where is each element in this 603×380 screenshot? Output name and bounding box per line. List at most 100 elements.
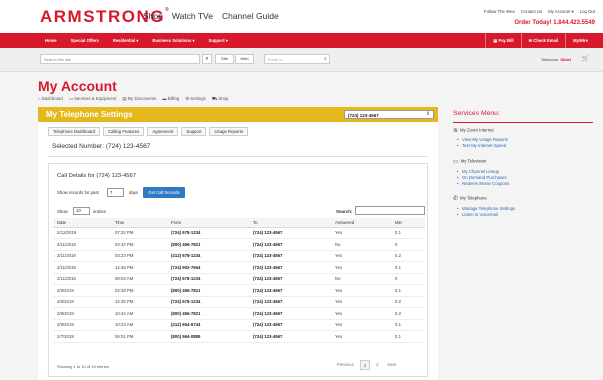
tab-telephone-dashboard[interactable]: Telephone Dashboard [48,127,101,136]
nav-watch-tve[interactable]: Watch TVe [172,11,213,21]
user-name[interactable]: Slidel [560,57,571,62]
table-cell: (724) 902-7654 [167,261,249,274]
table-cell: 0 [391,273,425,285]
table-cell: 04:42 PM [111,238,167,251]
table-cell: 2/7/2019 [53,330,111,343]
tab-usage-reports[interactable]: Usage Reports [209,127,249,136]
divider [453,122,593,123]
check-email-button[interactable]: ✉ Check Email [520,33,566,48]
table-header-row: Date Time From To Answered Min [53,218,425,228]
nav-home[interactable]: Home [38,33,64,48]
table-cell: 2/11/2019 [53,261,111,274]
table-cell: 2/9/2019 [53,307,111,320]
subnav-shop[interactable]: ⛟ Shop [212,96,229,103]
page-previous[interactable]: Previous [334,360,357,370]
page-2[interactable]: 2 [373,360,381,370]
link-redeem-movie-coupons[interactable]: Redeem Movie Coupons [457,181,509,186]
link-channel-lineup[interactable]: My Channel Lineup [457,169,499,174]
search-site-toggle[interactable]: Site [215,54,234,64]
table-cell: 0.1 [391,319,425,331]
call-records-table: Date Time From To Answered Min 2/12/2019… [53,218,425,343]
table-cell: (724) 123-4567 [249,273,331,285]
telephone-tabs: Telephone Dashboard Calling Features Agr… [48,127,249,136]
link-manage-telephone-settings[interactable]: Manage Telephone Settings [457,206,515,211]
nav-special-offers[interactable]: Special Offers [64,33,106,48]
tab-calling-features[interactable]: Calling Features [103,127,145,136]
col-to[interactable]: To [249,218,331,228]
subnav-billing[interactable]: ▬ Billing [162,96,179,103]
table-cell: 0.1 [391,284,425,297]
phone-number-select[interactable]: (724) 123-4567 ⇕ [344,110,434,119]
table-cell: No [331,273,391,285]
nav-residential[interactable]: Residential ▾ [106,33,146,48]
col-min[interactable]: Min [391,218,425,228]
location-select[interactable]: Email to ⇕ [264,54,330,64]
page-next[interactable]: Next [385,360,400,370]
nav-business-solutions[interactable]: Business Solutions ▾ [145,33,201,48]
subnav-my-documents[interactable]: ▤ My Documents [122,96,156,103]
subnav-dashboard[interactable]: ⌂ Dashboard [38,96,63,103]
table-row: 2/9/2019 02:28 PM (800) 456-7821 (724) 123-… [53,284,425,297]
nav-channel-guide[interactable]: Channel Guide [222,11,279,21]
table-cell: (412) 678-1234 [167,250,249,262]
link-test-internet-speed[interactable]: Test My Internet Speed [457,143,506,148]
table-cell: 2/11/2019 [53,238,111,251]
get-call-records-button[interactable]: Get Call Records [143,187,185,198]
table-cell: (724) 123-4567 [249,238,331,251]
col-date[interactable]: Date [53,218,111,228]
table-cell: 0.2 [391,250,425,262]
search-icon[interactable]: ⌕ [202,54,212,64]
table-cell: (800) 456-7821 [167,238,249,251]
util-log-out[interactable]: Log Out [580,9,595,15]
table-cell: Yes [331,296,391,308]
table-cell: 12:35 PM [111,296,167,308]
table-cell: 0 [391,238,425,251]
table-cell: (800) 456-7821 [167,307,249,320]
site-search-input[interactable]: Search this site [40,54,200,64]
table-cell: 06:01 PM [111,330,167,343]
table-row: 2/12/2019 07:32 PM (724) 678-1234 (724) 123… [53,227,425,239]
tab-support[interactable]: Support [181,127,207,136]
days-label: days [129,190,139,195]
table-cell: 12:48 PM [111,261,167,274]
table-cell: 10:23 AM [111,319,167,331]
selected-number: Selected Number: (724) 123-4567 [52,143,151,150]
col-time[interactable]: Time [111,218,167,228]
entries-label: entries [93,209,106,214]
link-view-usage-reports[interactable]: View My Usage Reports [457,137,508,142]
table-cell: (724) 123-4567 [249,330,331,343]
col-from[interactable]: From [167,218,249,228]
util-follow[interactable]: Follow The Wee [484,9,515,15]
table-search-input[interactable] [355,206,425,215]
page-1[interactable]: 1 [359,360,371,370]
entries-select[interactable]: 10 [73,207,90,215]
showing-entries: Showing 1 to 10 of 19 entries [57,364,109,369]
col-answered[interactable]: Answered [331,218,391,228]
util-contact-us[interactable]: Contact Us [521,9,542,15]
table-search-label: Search: [336,209,353,214]
days-select[interactable]: 7 [107,188,124,197]
cart-icon[interactable]: 🛒 [582,55,589,62]
mywire-button[interactable]: MyWire [565,33,595,48]
tab-agreement[interactable]: Agreement [147,127,179,136]
nav-support[interactable]: Support ▾ [202,33,235,48]
table-cell: (800) 456-7821 [167,284,249,297]
panel-title: My Telephone Settings [46,110,133,119]
services-menu: Services Menu: ≋My Zoom Internet View My… [447,107,603,380]
table-row: 2/11/2019 03:23 PM (412) 678-1234 (724) 123… [53,250,425,262]
order-phone[interactable]: Order Today! 1.844.423.5549 [514,20,595,26]
link-listen-voicemail[interactable]: Listen to Voicemail [457,212,498,217]
nav-shop[interactable]: Shop [143,11,163,21]
table-cell: 2/9/2019 [53,284,111,297]
table-cell: (724) 123-4567 [249,296,331,308]
table-cell: (724) 678-1234 [167,227,249,239]
account-subnav: ⌂ Dashboard ▭ Services & Equipment ▤ My … [38,96,228,103]
link-on-demand-purchases[interactable]: On Demand Purchases [457,175,507,180]
search-web-toggle[interactable]: Web [235,54,254,64]
util-my-account[interactable]: My Account ▾ [548,9,574,15]
subnav-settings[interactable]: ⚙ Settings [185,96,206,103]
page-title: My Account [38,78,117,94]
table-cell: Yes [331,261,391,274]
subnav-services-equipment[interactable]: ▭ Services & Equipment [69,96,117,103]
pay-bill-button[interactable]: ▤ Pay Bill [485,33,520,48]
